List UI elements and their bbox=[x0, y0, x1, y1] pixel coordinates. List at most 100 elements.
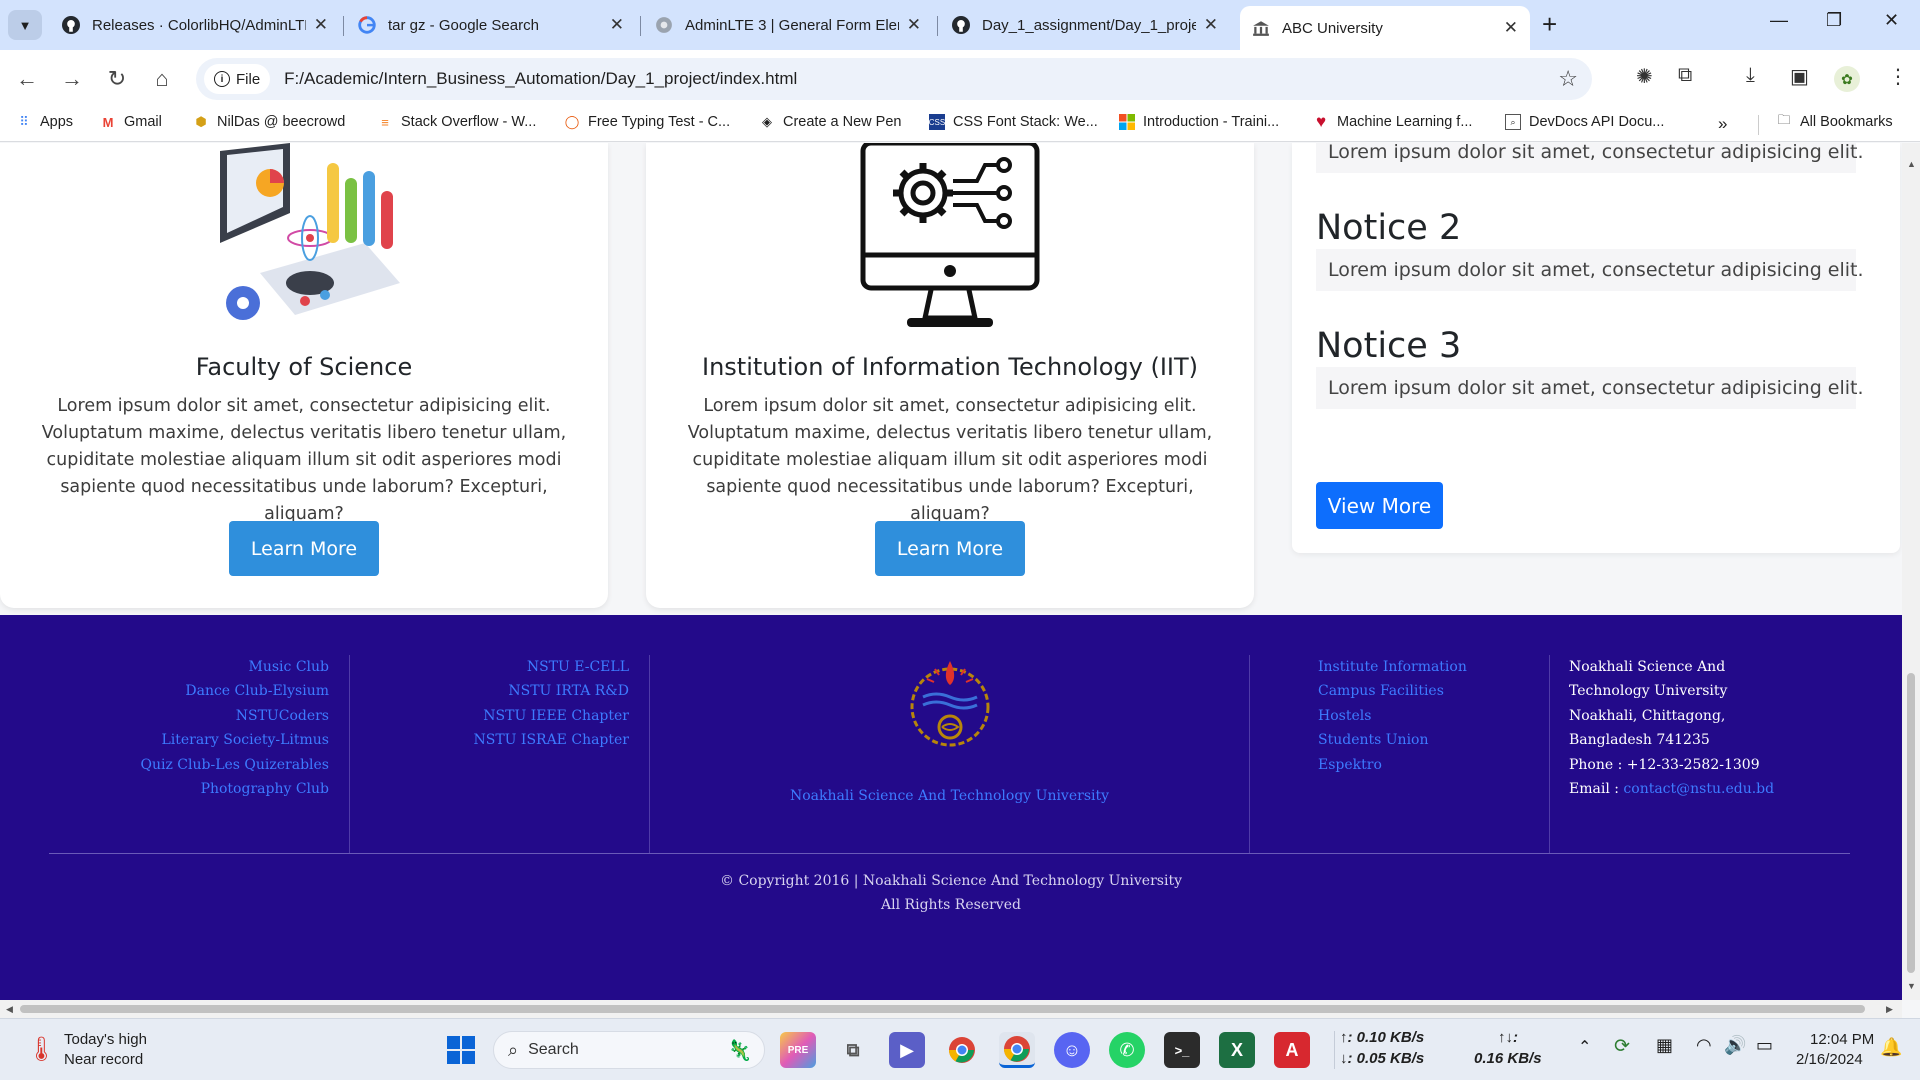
devdocs-icon: ⌕ bbox=[1505, 114, 1521, 130]
discord-icon[interactable]: ☺ bbox=[1054, 1032, 1090, 1068]
footer-link[interactable]: Hostels bbox=[1318, 704, 1549, 728]
site-info-chip[interactable]: i File bbox=[204, 64, 271, 94]
minimize-icon[interactable]: — bbox=[1770, 10, 1788, 31]
bookmark-star-icon[interactable]: ☆ bbox=[1558, 66, 1578, 92]
reload-icon[interactable]: ↻ bbox=[100, 62, 134, 96]
footer-link[interactable]: Espektro bbox=[1318, 753, 1549, 777]
footer-link[interactable]: NSTU IRTA R&D bbox=[350, 679, 629, 703]
more-bookmarks-chevron-icon[interactable]: » bbox=[1718, 114, 1727, 134]
footer-link[interactable]: Institute Information bbox=[1318, 655, 1549, 679]
tab-abc-university[interactable]: ABC University ✕ bbox=[1240, 6, 1530, 50]
footer-link[interactable]: Students Union bbox=[1318, 728, 1549, 752]
footer-link[interactable]: NSTU E-CELL bbox=[350, 655, 629, 679]
address-bar[interactable]: i File F:/Academic/Intern_Business_Autom… bbox=[196, 58, 1592, 100]
chrome-icon[interactable] bbox=[944, 1032, 980, 1068]
restore-icon[interactable]: ❐ bbox=[1826, 10, 1842, 31]
learn-more-button[interactable]: Learn More bbox=[875, 521, 1025, 576]
url-text[interactable]: F:/Academic/Intern_Business_Automation/D… bbox=[284, 69, 797, 89]
tab-releases[interactable]: Releases · ColorlibHQ/AdminLTE ✕ bbox=[50, 8, 340, 42]
horizontal-scrollbar[interactable]: ◀ ▶ bbox=[0, 1000, 1902, 1018]
tab-search-dropdown[interactable]: ▼ bbox=[8, 10, 42, 40]
close-icon[interactable]: ✕ bbox=[610, 15, 624, 35]
site-footer: Music Club Dance Club-Elysium NSTUCoders… bbox=[0, 615, 1902, 1000]
download-icon[interactable]: ⤓ bbox=[1746, 64, 1755, 87]
close-icon[interactable]: ✕ bbox=[314, 15, 328, 35]
volume-icon[interactable]: 🔊 bbox=[1724, 1035, 1746, 1056]
bookmark-beecrowd[interactable]: ⬢ NilDas @ beecrowd bbox=[193, 114, 345, 130]
copilot-icon[interactable]: PRE bbox=[780, 1032, 816, 1068]
back-icon[interactable]: ← bbox=[10, 62, 44, 96]
bookmark-machine-learning[interactable]: ♥ Machine Learning f... bbox=[1313, 112, 1472, 131]
close-icon[interactable]: ✕ bbox=[1204, 15, 1218, 35]
new-tab-button[interactable]: + bbox=[1542, 10, 1557, 38]
weather-line1[interactable]: Today's high bbox=[64, 1031, 147, 1048]
sync-icon[interactable]: ⟳ bbox=[1614, 1035, 1630, 1058]
all-bookmarks[interactable]: 🗀 All Bookmarks bbox=[1776, 112, 1892, 130]
contact-address: Noakhali, Chittagong, Bangladesh 741235 bbox=[1569, 707, 1726, 749]
footer-link[interactable]: NSTU ISRAE Chapter bbox=[350, 728, 629, 752]
scroll-down-icon[interactable]: ▼ bbox=[1907, 981, 1916, 991]
notification-bell-icon[interactable]: 🔔 bbox=[1880, 1037, 1902, 1058]
footer-university-link[interactable]: Noakhali Science And Technology Universi… bbox=[650, 784, 1249, 808]
windows-start-icon[interactable] bbox=[443, 1032, 479, 1068]
chrome-active-icon[interactable] bbox=[999, 1032, 1035, 1068]
tab-google-search[interactable]: tar gz - Google Search ✕ bbox=[346, 8, 636, 42]
extension-bug-icon[interactable]: ✺ bbox=[1636, 64, 1653, 89]
teams-icon[interactable]: ▶ bbox=[889, 1032, 925, 1068]
forward-icon[interactable]: → bbox=[55, 62, 89, 96]
footer-link[interactable]: NSTU IEEE Chapter bbox=[350, 704, 629, 728]
bookmark-devdocs[interactable]: ⌕ DevDocs API Docu... bbox=[1505, 114, 1664, 130]
footer-research: NSTU E-CELL NSTU IRTA R&D NSTU IEEE Chap… bbox=[350, 655, 650, 853]
footer-link[interactable]: Quiz Club-Les Quizerables bbox=[0, 753, 330, 777]
footer-link[interactable]: Campus Facilities bbox=[1318, 679, 1549, 703]
footer-link[interactable]: Photography Club bbox=[0, 777, 329, 801]
menu-kebab-icon[interactable]: ⋮ bbox=[1888, 64, 1908, 89]
contact-name: Noakhali Science And Technology Universi… bbox=[1569, 659, 1728, 700]
extensions-icon[interactable]: ⧉ bbox=[1678, 64, 1692, 87]
scroll-up-icon[interactable]: ▲ bbox=[1907, 159, 1916, 169]
bookmark-introduction[interactable]: Introduction - Traini... bbox=[1119, 114, 1279, 130]
bookmark-typing-test[interactable]: ◯ Free Typing Test - C... bbox=[564, 114, 730, 130]
scroll-right-icon[interactable]: ▶ bbox=[1886, 1004, 1893, 1015]
bookmark-gmail[interactable]: M Gmail bbox=[100, 114, 162, 130]
excel-icon[interactable]: X bbox=[1219, 1032, 1255, 1068]
whatsapp-icon[interactable]: ✆ bbox=[1109, 1032, 1145, 1068]
scrollbar-thumb[interactable] bbox=[1907, 673, 1915, 973]
close-icon[interactable]: ✕ bbox=[907, 15, 921, 35]
battery-icon[interactable]: ▭ bbox=[1756, 1035, 1773, 1056]
vertical-scrollbar[interactable]: ▲ ▼ bbox=[1902, 143, 1920, 1000]
tray-chevron-icon[interactable]: ⌃ bbox=[1578, 1037, 1591, 1057]
view-more-button[interactable]: View More bbox=[1316, 482, 1443, 529]
clock-time[interactable]: 12:04 PM bbox=[1810, 1031, 1874, 1048]
email-link[interactable]: contact@nstu.edu.bd bbox=[1623, 781, 1774, 797]
acrobat-icon[interactable]: A bbox=[1274, 1032, 1310, 1068]
learn-more-button[interactable]: Learn More bbox=[229, 521, 379, 576]
wifi-icon[interactable]: ◠ bbox=[1696, 1035, 1712, 1056]
taskbar-search-box[interactable]: ⌕ Search 🦎 bbox=[493, 1031, 765, 1069]
scroll-left-icon[interactable]: ◀ bbox=[6, 1004, 13, 1015]
display-icon[interactable]: ▦ bbox=[1656, 1035, 1673, 1056]
close-icon[interactable]: ✕ bbox=[1504, 18, 1518, 38]
weather-line2[interactable]: Near record bbox=[64, 1051, 143, 1068]
footer-link[interactable]: NSTUCoders bbox=[0, 704, 329, 728]
task-view-icon[interactable]: ⧉ bbox=[835, 1032, 871, 1068]
footer-link[interactable]: Music Club bbox=[0, 655, 329, 679]
bookmark-codepen[interactable]: ◈ Create a New Pen bbox=[759, 114, 901, 130]
close-window-icon[interactable]: ✕ bbox=[1884, 10, 1899, 31]
home-icon[interactable]: ⌂ bbox=[145, 62, 179, 96]
bookmark-apps[interactable]: ⠿ Apps bbox=[16, 114, 73, 130]
clock-date[interactable]: 2/16/2024 bbox=[1796, 1051, 1863, 1068]
bookmark-stack-overflow[interactable]: ≡ Stack Overflow - W... bbox=[377, 114, 536, 130]
net-up-value: 0.10 KB/s bbox=[1356, 1029, 1425, 1046]
scrollbar-thumb[interactable] bbox=[20, 1005, 1865, 1013]
footer-link[interactable]: Dance Club-Elysium bbox=[0, 679, 329, 703]
gmail-icon: M bbox=[102, 114, 114, 130]
tab-adminlte[interactable]: AdminLTE 3 | General Form Elem ✕ bbox=[643, 8, 933, 42]
bookmark-css-font-stack[interactable]: CSS CSS Font Stack: We... bbox=[929, 114, 1098, 130]
folder-icon: 🗀 bbox=[1777, 112, 1791, 127]
terminal-icon[interactable]: >_ bbox=[1164, 1032, 1200, 1068]
footer-link[interactable]: Literary Society-Litmus bbox=[0, 728, 329, 752]
tab-day1-assignment[interactable]: Day_1_assignment/Day_1_proje ✕ bbox=[940, 8, 1230, 42]
side-panel-icon[interactable]: ▣ bbox=[1790, 64, 1809, 89]
profile-avatar[interactable]: ✿ bbox=[1834, 66, 1860, 92]
